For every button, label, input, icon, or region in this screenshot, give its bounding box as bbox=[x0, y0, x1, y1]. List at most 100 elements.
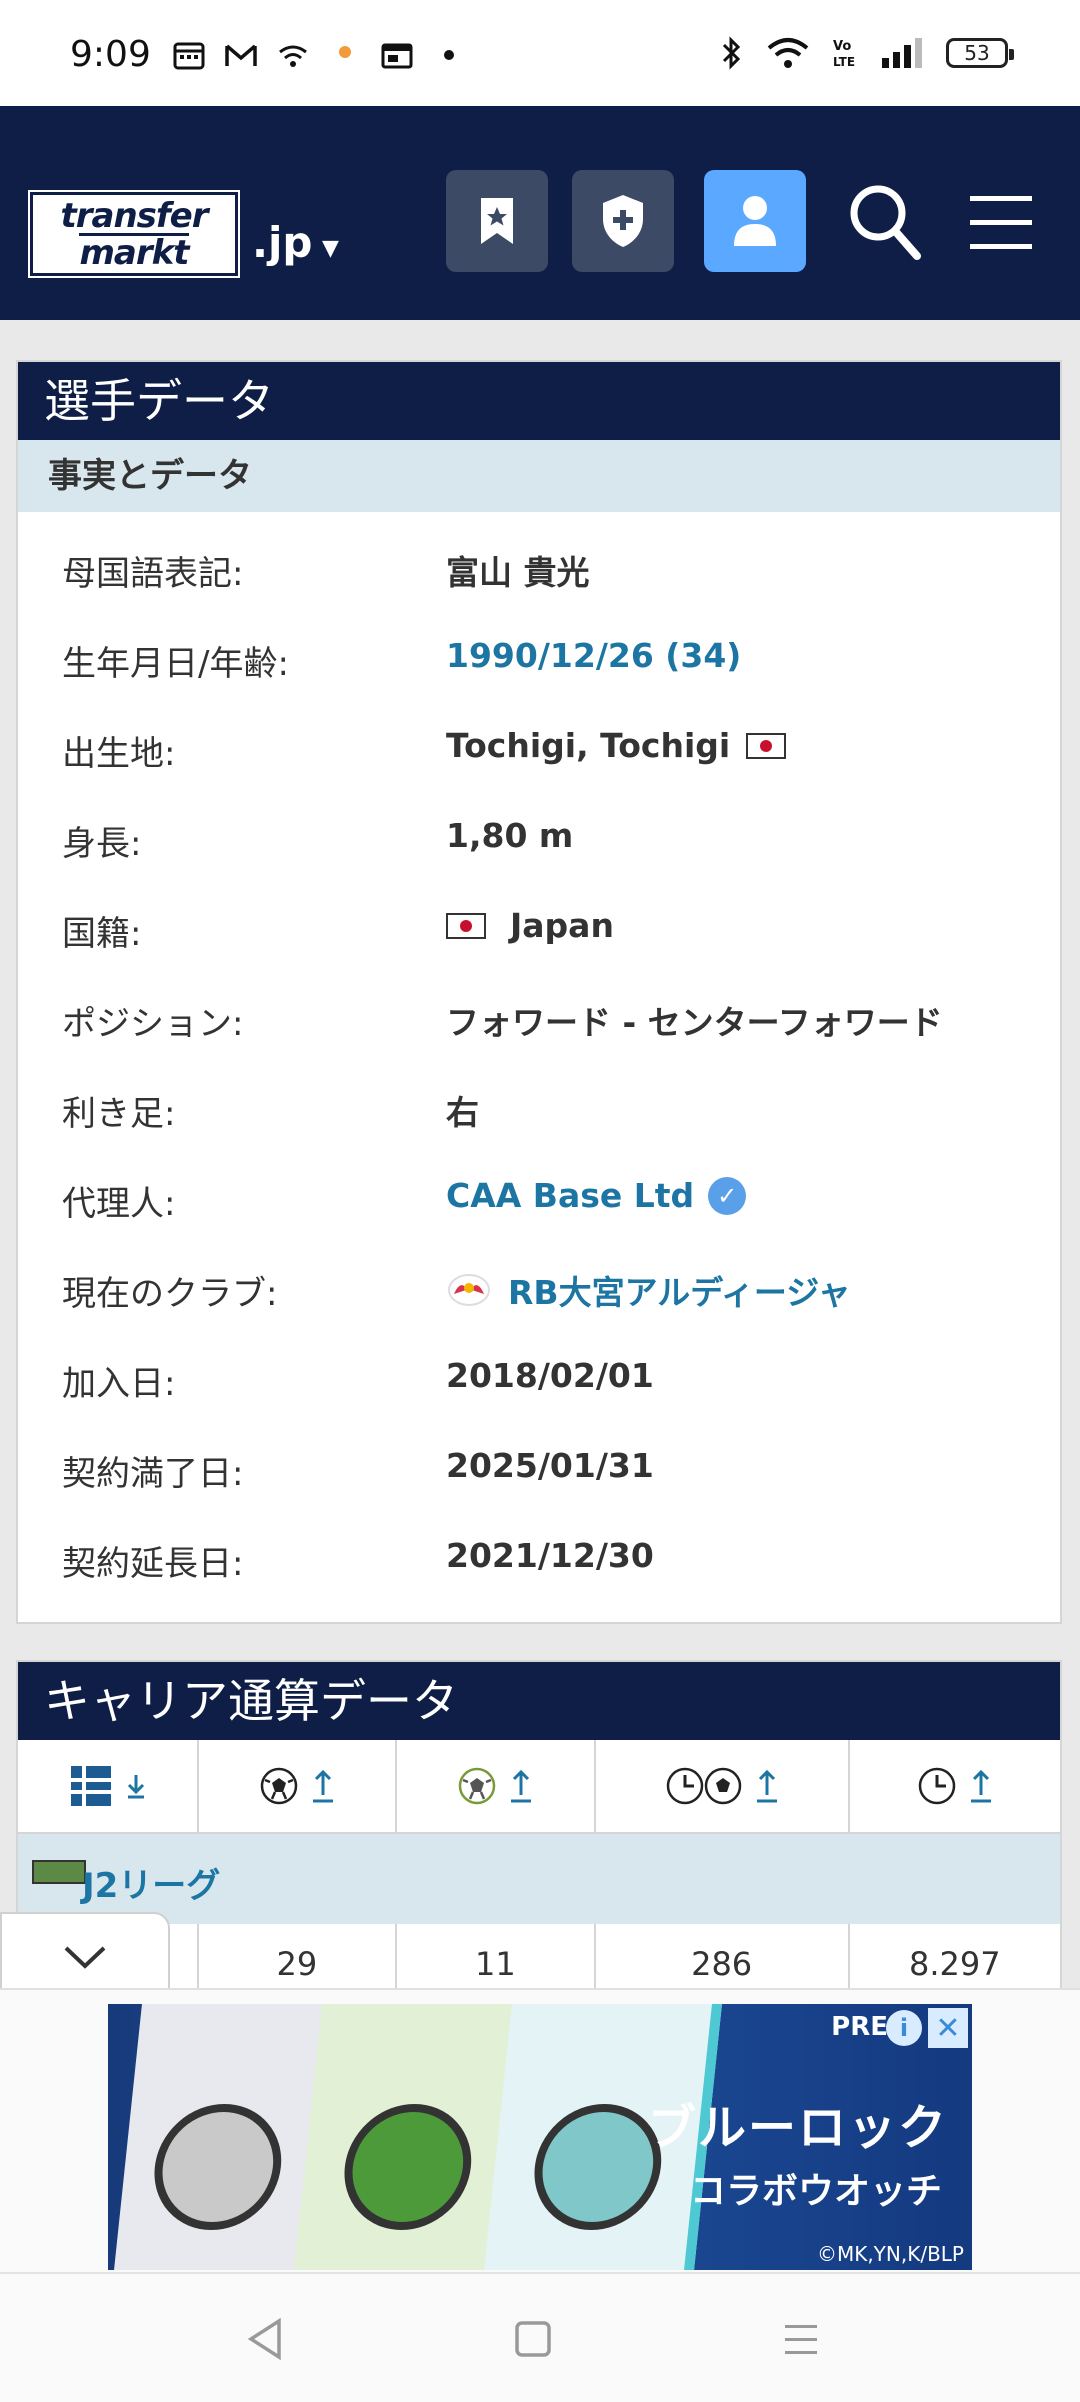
search-icon bbox=[850, 185, 921, 260]
collapse-ad-button[interactable] bbox=[0, 1912, 170, 2000]
fact-label: 身長: bbox=[62, 824, 142, 864]
domain-selector[interactable]: .jp bbox=[252, 218, 312, 267]
ad-banner[interactable]: PRE i ✕ ブルーロック コラボウオッチ ©MK,YN,K/BLP bbox=[108, 2004, 972, 2270]
japan-flag-icon bbox=[446, 912, 486, 939]
home-button[interactable] bbox=[508, 2314, 558, 2364]
panel-title: キャリア通算データ bbox=[18, 1662, 1060, 1740]
fact-label: 生年月日/年齢: bbox=[62, 644, 289, 684]
league-logo-icon bbox=[32, 1860, 86, 1884]
recents-icon bbox=[785, 2325, 817, 2354]
fact-label: 出生地: bbox=[62, 734, 176, 774]
shield-plus-icon bbox=[603, 195, 643, 247]
logo-text-bottom: markt bbox=[79, 232, 190, 273]
fact-row-height: 身長: 1,80 m bbox=[18, 790, 1060, 880]
club-crest-icon bbox=[448, 1274, 490, 1306]
fact-value: 2018/02/01 bbox=[446, 1356, 654, 1395]
fact-value: Tochigi, Tochigi bbox=[446, 726, 787, 765]
signal-icon bbox=[882, 38, 922, 68]
fact-value: 1,80 m bbox=[446, 816, 574, 855]
user-icon bbox=[734, 196, 776, 246]
fact-label: 契約満了日: bbox=[62, 1454, 244, 1494]
battery-icon: 53 bbox=[946, 38, 1014, 68]
agent-link[interactable]: CAA Base Ltd bbox=[446, 1176, 694, 1215]
account-button[interactable] bbox=[704, 170, 806, 272]
fact-row-agent: 代理人: CAA Base Ltd ✓ bbox=[18, 1150, 1060, 1240]
nationality-text: Japan bbox=[510, 906, 614, 945]
japan-flag-icon bbox=[746, 732, 787, 759]
sort-both-icon bbox=[970, 1769, 991, 1803]
back-icon bbox=[247, 2317, 281, 2361]
svg-text:LTE: LTE bbox=[833, 55, 855, 69]
sort-desc-icon bbox=[128, 1775, 145, 1799]
fact-label: 現在のクラブ: bbox=[62, 1274, 278, 1314]
back-button[interactable] bbox=[240, 2314, 290, 2364]
fact-label: 加入日: bbox=[62, 1364, 176, 1404]
fact-row-club: 現在のクラブ: RB大宮アルディージャ bbox=[18, 1240, 1060, 1330]
watch-image-icon bbox=[338, 2104, 478, 2230]
fact-row-native-name: 母国語表記: 富山 貴光 bbox=[18, 520, 1060, 610]
bookmark-icon bbox=[481, 198, 513, 244]
ad-info-icon[interactable]: i bbox=[886, 2010, 922, 2046]
transfermarkt-logo[interactable]: transfer markt bbox=[28, 190, 240, 278]
fact-row-foot: 利き足: 右 bbox=[18, 1060, 1060, 1150]
wifi-icon bbox=[767, 38, 809, 68]
status-bar: 9:09 Vo LTE 53 bbox=[0, 0, 1080, 106]
my-club-button[interactable] bbox=[572, 170, 674, 272]
calendar-app-icon bbox=[381, 43, 413, 69]
fact-row-contract-extended: 契約延長日: 2021/12/30 bbox=[18, 1510, 1060, 1600]
player-data-panel: 選手データ 事実とデータ 母国語表記: 富山 貴光 生年月日/年齢: 1990/… bbox=[16, 360, 1062, 1624]
fact-value: Japan bbox=[446, 906, 614, 945]
notification-dot-icon bbox=[339, 46, 351, 58]
sort-minutes-per-goal-header[interactable] bbox=[596, 1740, 850, 1832]
fact-value: フォワード - センターフォワード bbox=[446, 1003, 943, 1042]
logo-text-top: transfer bbox=[60, 195, 208, 236]
club-link[interactable]: RB大宮アルディージャ bbox=[508, 1266, 851, 1314]
league-link[interactable]: J2リーグ bbox=[82, 1858, 220, 1907]
league-row: J2リーグ bbox=[18, 1834, 1060, 1924]
sort-appearances-header[interactable] bbox=[18, 1740, 199, 1832]
birthdate-link[interactable]: 1990/12/26 (34) bbox=[446, 636, 741, 675]
career-stats-panel: キャリア通算データ J2リーグ 29 11 286 8.297 bbox=[16, 1660, 1062, 2004]
fact-row-nationality: 国籍: Japan bbox=[18, 880, 1060, 970]
chevron-down-icon bbox=[64, 1946, 106, 1969]
fact-value: CAA Base Ltd ✓ bbox=[446, 1176, 747, 1215]
facts-list: 母国語表記: 富山 貴光 生年月日/年齢: 1990/12/26 (34) 出生… bbox=[18, 512, 1060, 1600]
ad-close-icon[interactable]: ✕ bbox=[928, 2008, 968, 2048]
sort-goals-header[interactable] bbox=[199, 1740, 398, 1832]
ad-subtitle: コラボウオッチ bbox=[689, 2171, 942, 2212]
wifi-call-icon bbox=[279, 45, 307, 67]
fact-row-position: ポジション: フォワード - センターフォワード bbox=[18, 970, 1060, 1060]
sort-assists-header[interactable] bbox=[397, 1740, 596, 1832]
fact-value: 2021/12/30 bbox=[446, 1536, 654, 1575]
assists-icon bbox=[459, 1767, 496, 1805]
birthplace-text: Tochigi, Tochigi bbox=[446, 726, 731, 765]
panel-subtitle: 事実とデータ bbox=[18, 440, 1060, 512]
calendar-icon bbox=[173, 42, 205, 70]
sort-both-icon bbox=[312, 1769, 333, 1803]
minutes-per-goal-icon bbox=[666, 1767, 741, 1805]
bluetooth-icon bbox=[722, 36, 741, 70]
gmail-icon bbox=[225, 44, 257, 66]
fact-label: 母国語表記: bbox=[62, 554, 244, 594]
more-dot-icon bbox=[444, 50, 454, 60]
ad-copyright: ©MK,YN,K/BLP bbox=[816, 2242, 964, 2266]
system-icons: Vo LTE 53 bbox=[718, 36, 1014, 70]
status-time: 9:09 bbox=[70, 34, 151, 75]
chevron-down-icon[interactable]: ▼ bbox=[322, 236, 339, 261]
minutes-played-icon bbox=[918, 1767, 956, 1805]
fact-value: 2025/01/31 bbox=[446, 1446, 654, 1485]
search-button[interactable] bbox=[840, 174, 930, 270]
site-header: transfer markt .jp ▼ bbox=[0, 106, 1080, 320]
fact-row-birth: 生年月日/年齢: 1990/12/26 (34) bbox=[18, 610, 1060, 700]
watchlist-button[interactable] bbox=[446, 170, 548, 272]
ad-area: PRE i ✕ ブルーロック コラボウオッチ ©MK,YN,K/BLP bbox=[0, 1988, 1080, 2274]
sort-both-icon bbox=[756, 1769, 777, 1803]
notification-icons bbox=[172, 40, 466, 70]
sort-minutes-played-header[interactable] bbox=[850, 1740, 1060, 1832]
fact-value: RB大宮アルディージャ bbox=[446, 1266, 851, 1314]
goals-icon bbox=[260, 1767, 298, 1805]
recents-button[interactable] bbox=[776, 2314, 826, 2364]
fact-label: 利き足: bbox=[62, 1094, 176, 1134]
menu-button[interactable] bbox=[956, 174, 1046, 270]
home-icon bbox=[515, 2321, 551, 2357]
